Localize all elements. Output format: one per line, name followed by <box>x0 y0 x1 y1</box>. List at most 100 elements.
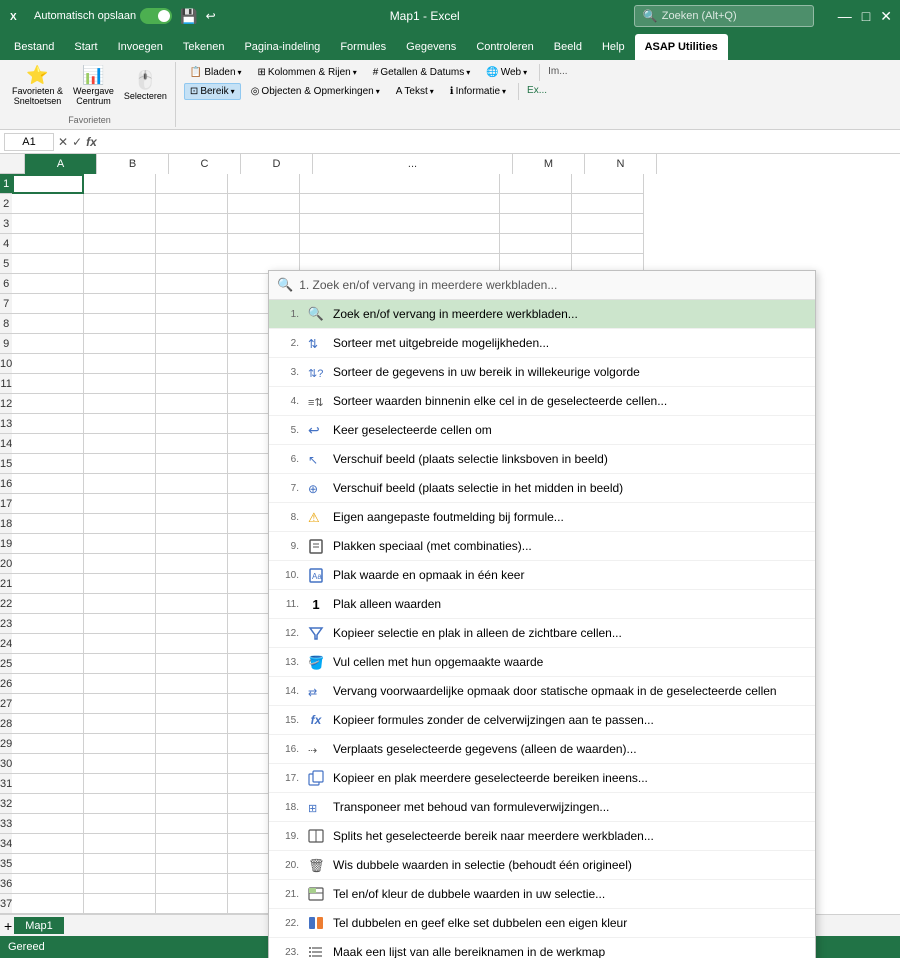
cell-a4[interactable] <box>12 234 84 254</box>
cell-c10[interactable] <box>156 354 228 374</box>
cell-c34[interactable] <box>156 834 228 854</box>
tab-tekenen[interactable]: Tekenen <box>173 34 235 60</box>
menu-item-2[interactable]: 2. ⇅ Sorteer met uitgebreide mogelijkhed… <box>269 329 815 358</box>
cell-b11[interactable] <box>84 374 156 394</box>
formula-input[interactable] <box>101 136 896 148</box>
cell-b31[interactable] <box>84 774 156 794</box>
cell-c27[interactable] <box>156 694 228 714</box>
row-header-1[interactable]: 1 <box>0 174 12 194</box>
cell-a28[interactable] <box>12 714 84 734</box>
cell-c14[interactable] <box>156 434 228 454</box>
cell-b6[interactable] <box>84 274 156 294</box>
cell-b22[interactable] <box>84 594 156 614</box>
col-header-m[interactable]: M <box>513 154 585 174</box>
dropdown-bereik[interactable]: ⊡ Bereik ▾ <box>184 83 241 100</box>
row-header-21[interactable]: 21 <box>0 574 12 594</box>
menu-item-10[interactable]: 10. Aa Plak waarde en opmaak in één keer <box>269 561 815 590</box>
row-header-17[interactable]: 17 <box>0 494 12 514</box>
row-header-25[interactable]: 25 <box>0 654 12 674</box>
cell-c25[interactable] <box>156 654 228 674</box>
row-header-15[interactable]: 15 <box>0 454 12 474</box>
maximize-icon[interactable]: □ <box>862 8 870 25</box>
cell-m3[interactable] <box>500 214 572 234</box>
menu-item-16[interactable]: 16. ⇢ Verplaats geselecteerde gegevens (… <box>269 735 815 764</box>
cell-b29[interactable] <box>84 734 156 754</box>
close-icon[interactable]: ✕ <box>880 8 892 25</box>
cell-a25[interactable] <box>12 654 84 674</box>
cell-b8[interactable] <box>84 314 156 334</box>
cell-c19[interactable] <box>156 534 228 554</box>
col-header-a[interactable]: A <box>25 154 97 174</box>
cell-b20[interactable] <box>84 554 156 574</box>
cell-m1[interactable] <box>500 174 572 194</box>
menu-item-1[interactable]: 1. 🔍 Zoek en/of vervang in meerdere werk… <box>269 300 815 329</box>
cell-b18[interactable] <box>84 514 156 534</box>
cell-d3[interactable] <box>228 214 300 234</box>
cell-c6[interactable] <box>156 274 228 294</box>
cell-a18[interactable] <box>12 514 84 534</box>
sheet-tab-map1[interactable]: Map1 <box>14 917 64 934</box>
cell-b3[interactable] <box>84 214 156 234</box>
cell-a12[interactable] <box>12 394 84 414</box>
cell-b24[interactable] <box>84 634 156 654</box>
cell-a34[interactable] <box>12 834 84 854</box>
cell-c20[interactable] <box>156 554 228 574</box>
cell-a8[interactable] <box>12 314 84 334</box>
cell-b16[interactable] <box>84 474 156 494</box>
favorieten-button[interactable]: ⭐ Favorieten &Sneltoetsen <box>8 64 67 108</box>
cell-b9[interactable] <box>84 334 156 354</box>
cell-c24[interactable] <box>156 634 228 654</box>
cell-b30[interactable] <box>84 754 156 774</box>
cell-b27[interactable] <box>84 694 156 714</box>
cell-b36[interactable] <box>84 874 156 894</box>
row-header-9[interactable]: 9 <box>0 334 12 354</box>
menu-item-13[interactable]: 13. 🪣 Vul cellen met hun opgemaakte waar… <box>269 648 815 677</box>
dropdown-web[interactable]: 🌐 Web ▾ <box>480 64 533 81</box>
cell-c18[interactable] <box>156 514 228 534</box>
cell-c21[interactable] <box>156 574 228 594</box>
cell-c32[interactable] <box>156 794 228 814</box>
cell-c4[interactable] <box>156 234 228 254</box>
cell-c8[interactable] <box>156 314 228 334</box>
row-header-29[interactable]: 29 <box>0 734 12 754</box>
cell-a13[interactable] <box>12 414 84 434</box>
cell-a23[interactable] <box>12 614 84 634</box>
cell-a29[interactable] <box>12 734 84 754</box>
dropdown-informatie[interactable]: ℹ Informatie ▾ <box>444 83 512 100</box>
cell-a37[interactable] <box>12 894 84 914</box>
col-header-c[interactable]: C <box>169 154 241 174</box>
cell-c29[interactable] <box>156 734 228 754</box>
row-header-36[interactable]: 36 <box>0 874 12 894</box>
cell-a22[interactable] <box>12 594 84 614</box>
cell-a1[interactable] <box>12 174 84 194</box>
row-header-23[interactable]: 23 <box>0 614 12 634</box>
cell-m4[interactable] <box>500 234 572 254</box>
cell-b10[interactable] <box>84 354 156 374</box>
row-header-27[interactable]: 27 <box>0 694 12 714</box>
cell-b1[interactable] <box>84 174 156 194</box>
menu-item-17[interactable]: 17. Kopieer en plak meerdere geselecteer… <box>269 764 815 793</box>
cell-a26[interactable] <box>12 674 84 694</box>
menu-item-19[interactable]: 19. Splits het geselecteerde bereik naar… <box>269 822 815 851</box>
col-header-d[interactable]: D <box>241 154 313 174</box>
cell-c3[interactable] <box>156 214 228 234</box>
cell-a19[interactable] <box>12 534 84 554</box>
menu-item-12[interactable]: 12. Kopieer selectie en plak in alleen d… <box>269 619 815 648</box>
cell-c26[interactable] <box>156 674 228 694</box>
menu-item-7[interactable]: 7. ⊕ Verschuif beeld (plaats selectie in… <box>269 474 815 503</box>
menu-item-21[interactable]: 21. Tel en/of kleur de dubbele waarden i… <box>269 880 815 909</box>
row-header-10[interactable]: 10 <box>0 354 12 374</box>
cell-b7[interactable] <box>84 294 156 314</box>
cell-b37[interactable] <box>84 894 156 914</box>
cell-b34[interactable] <box>84 834 156 854</box>
weergave-button[interactable]: 📊 WeergaveCentrum <box>69 64 118 108</box>
minimize-icon[interactable]: — <box>838 8 852 25</box>
cell-b25[interactable] <box>84 654 156 674</box>
cell-c12[interactable] <box>156 394 228 414</box>
cell-a10[interactable] <box>12 354 84 374</box>
cell-b4[interactable] <box>84 234 156 254</box>
menu-item-23[interactable]: 23. Maak een lijst van alle bereiknamen … <box>269 938 815 958</box>
cell-n2[interactable] <box>572 194 644 214</box>
tab-invoegen[interactable]: Invoegen <box>108 34 173 60</box>
cell-a11[interactable] <box>12 374 84 394</box>
